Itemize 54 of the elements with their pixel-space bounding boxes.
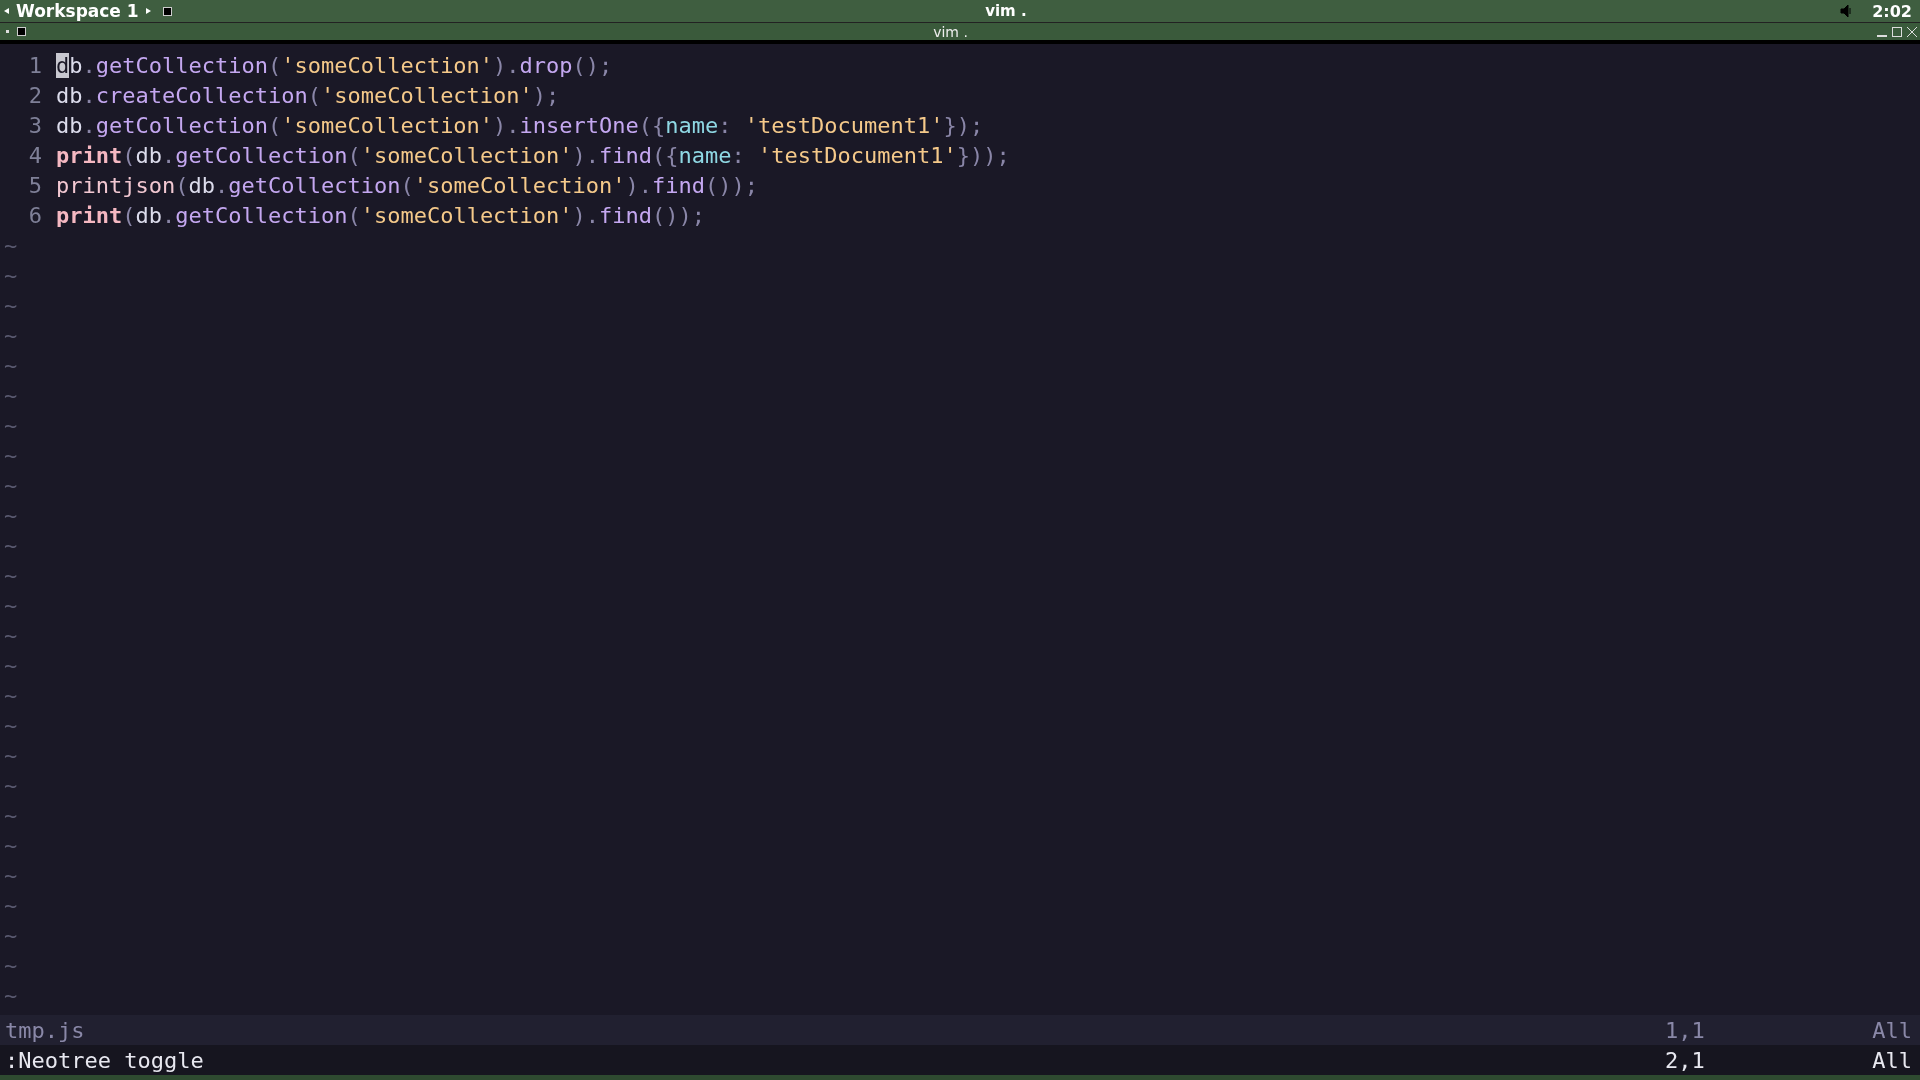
- empty-line-marker: ~: [3, 772, 18, 798]
- line-number: 4: [27, 142, 43, 168]
- empty-line-marker: ~: [3, 832, 18, 858]
- scroll-position: All: [1871, 1017, 1913, 1043]
- scroll-position: All: [1871, 1047, 1913, 1073]
- left-arrow-icon[interactable]: [4, 8, 10, 14]
- maximize-icon[interactable]: [1892, 26, 1902, 37]
- empty-line-marker: ~: [3, 592, 18, 618]
- empty-line-marker: ~: [3, 292, 18, 318]
- cursor-position: 1,1: [1665, 1017, 1706, 1043]
- clock: 2:02: [1872, 1, 1913, 21]
- right-arrow-icon[interactable]: [144, 8, 151, 14]
- window-icon[interactable]: [17, 27, 26, 36]
- empty-line-marker: ~: [3, 442, 18, 468]
- empty-line-marker: ~: [3, 652, 18, 678]
- empty-line-marker: ~: [3, 382, 18, 408]
- empty-line-marker: ~: [3, 232, 18, 258]
- code-line: printjson(db.getCollection('someCollection').find());: [56, 172, 759, 198]
- empty-line-marker: ~: [3, 562, 18, 588]
- empty-line-marker: ~: [3, 352, 18, 378]
- code-line: db.getCollection('someCollection').insertOne({name: 'testDocument1'});: [56, 112, 984, 138]
- line-number: 3: [27, 112, 43, 138]
- file-name: tmp.js: [4, 1017, 86, 1043]
- empty-line-marker: ~: [3, 412, 18, 438]
- empty-line-marker: ~: [3, 322, 18, 348]
- command-text: :Neotree toggle: [4, 1047, 205, 1073]
- empty-line-marker: ~: [3, 802, 18, 828]
- line-number: 5: [27, 172, 43, 198]
- empty-line-marker: ~: [3, 922, 18, 948]
- empty-line-marker: ~: [3, 502, 18, 528]
- code-line: print(db.getCollection('someCollection').find());: [56, 202, 706, 228]
- empty-line-marker: ~: [3, 682, 18, 708]
- window-icon[interactable]: [162, 6, 172, 16]
- close-icon[interactable]: [1907, 26, 1917, 37]
- empty-line-marker: ~: [3, 952, 18, 978]
- empty-line-marker: ~: [3, 532, 18, 558]
- cursor-position: 2,1: [1665, 1047, 1706, 1073]
- empty-line-marker: ~: [3, 982, 18, 1008]
- code-line: print(db.getCollection('someCollection').find({name: 'testDocument1'}));: [56, 142, 1010, 168]
- empty-line-marker: ~: [3, 742, 18, 768]
- code-line: db.getCollection('someCollection').drop();: [56, 52, 613, 78]
- empty-line-marker: ~: [3, 862, 18, 888]
- line-number: 1: [27, 52, 43, 78]
- empty-line-marker: ~: [3, 712, 18, 738]
- window-title: vim .: [932, 23, 969, 40]
- empty-line-marker: ~: [3, 262, 18, 288]
- workspace-name[interactable]: Workspace 1: [14, 1, 141, 21]
- empty-line-marker: ~: [3, 622, 18, 648]
- empty-line-marker: ~: [3, 472, 18, 498]
- code-line: db.createCollection('someCollection');: [56, 82, 560, 108]
- panel-title: vim .: [984, 2, 1028, 20]
- line-number: 6: [27, 202, 43, 228]
- line-number: 2: [27, 82, 43, 108]
- empty-line-marker: ~: [3, 892, 18, 918]
